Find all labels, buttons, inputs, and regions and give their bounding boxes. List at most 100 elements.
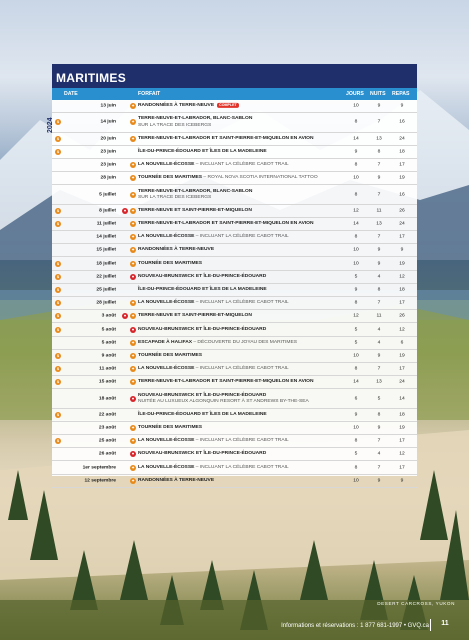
row-nights: 4 — [377, 274, 381, 280]
package-title: TERRE-NEUVE-ET-LABRADOR ET SAINT-PIERRE-… — [138, 220, 314, 226]
package-title: TERRE-NEUVE ET SAINT-PIERRE-ET-MIQUELON — [138, 313, 252, 319]
tour-type-icon: ✦ — [130, 352, 136, 359]
tour-type-icon: ✦ — [130, 175, 136, 182]
row-package[interactable]: RANDONNÉES À TERRE-NEUVE COMPLET — [138, 102, 348, 109]
row-package[interactable]: LA NOUVELLE-ÉCOSSE – INCLUANT LA CÉLÈBRE… — [138, 366, 348, 372]
row-package[interactable]: LA NOUVELLE-ÉCOSSE – INCLUANT LA CÉLÈBRE… — [138, 234, 348, 240]
row-meals: 19 — [399, 261, 405, 267]
row-package[interactable]: LA NOUVELLE-ÉCOSSE – INCLUANT LA CÉLÈBRE… — [138, 162, 348, 168]
departure-marker-icon: $ — [55, 352, 61, 359]
table-row: $11 août ✦ LA NOUVELLE-ÉCOSSE – INCLUANT L… — [52, 363, 417, 377]
row-days: 8 — [354, 438, 358, 444]
row-package[interactable]: TERRE-NEUVE-ET-LABRADOR, BLANC-SABLON SUR… — [138, 116, 348, 128]
row-package[interactable]: ÎLE-DU-PRINCE-ÉDOUARD ET ÎLES DE LA MADE… — [138, 412, 348, 418]
row-package[interactable]: TERRE-NEUVE-ET-LABRADOR ET SAINT-PIERRE-… — [138, 379, 348, 385]
row-package[interactable]: TOURNÉE DES MARITIMES – ROYAL NOVA SCOTI… — [138, 175, 348, 181]
row-meals: 17 — [399, 234, 405, 240]
row-nights: 8 — [377, 412, 381, 418]
departure-marker-icon: $ — [55, 260, 61, 267]
row-package[interactable]: ESCAPADE À HALIFAX – DÉCOUVERTE DU JOYAU… — [138, 340, 348, 346]
tour-type-icon: ✦ — [130, 366, 136, 373]
row-nights: 9 — [377, 261, 381, 267]
row-package[interactable]: TERRE-NEUVE-ET-LABRADOR, BLANC-SABLON SUR… — [138, 188, 348, 200]
row-meals: 26 — [399, 208, 405, 214]
row-package[interactable]: LA NOUVELLE-ÉCOSSE – INCLUANT LA CÉLÈBRE… — [138, 300, 348, 306]
row-date: 14 juillet — [96, 234, 116, 240]
departure-marker-icon: $ — [55, 148, 61, 155]
row-date: 15 juillet — [96, 247, 116, 253]
row-nights: 8 — [377, 149, 381, 155]
package-title: TERRE-NEUVE-ET-LABRADOR ET SAINT-PIERRE-… — [138, 135, 314, 141]
row-package[interactable]: TOURNÉE DES MARITIMES — [138, 425, 348, 431]
tour-type-icon: ✦ — [130, 464, 136, 471]
row-package[interactable]: RANDONNÉES À TERRE-NEUVE — [138, 247, 348, 253]
row-meals: 9 — [400, 103, 404, 109]
row-nights: 13 — [376, 136, 382, 142]
package-title: TOURNÉE DES MARITIMES — [138, 352, 203, 358]
table-row: 23 juin ✦ LA NOUVELLE-ÉCOSSE – INCLUANT LA… — [52, 159, 417, 173]
package-subtitle: SUR LA TRACE DES ICEBERGS — [138, 194, 212, 200]
row-date: 23 juin — [100, 162, 117, 168]
table-row: 14 juillet ✦ LA NOUVELLE-ÉCOSSE – INCLUANT… — [52, 231, 417, 245]
schedule-rows: 13 juin ✦ RANDONNÉES À TERRE-NEUVE COMPLET 1… — [52, 100, 417, 488]
row-nights: 7 — [377, 162, 381, 168]
row-nights: 11 — [376, 313, 382, 319]
row-date: 28 juillet — [96, 300, 116, 306]
tour-type-icon: ✦ — [130, 379, 136, 386]
row-date: 22 juillet — [96, 274, 116, 280]
package-title: NOUVEAU-BRUNSWICK ET ÎLE-DU-PRINCE-ÉDOUA… — [138, 451, 267, 457]
tour-type-icon: ✦ — [130, 119, 136, 126]
package-title: NOUVEAU-BRUNSWICK ET ÎLE-DU-PRINCE-ÉDOUA… — [138, 326, 267, 332]
row-nights: 7 — [377, 438, 381, 444]
row-package[interactable]: ÎLE-DU-PRINCE-ÉDOUARD ET ÎLES DE LA MADE… — [138, 287, 348, 293]
table-row: $22 juillet ♥ NOUVEAU-BRUNSWICK ET ÎLE-DU-… — [52, 271, 417, 284]
heart-icon: ♥ — [130, 273, 136, 280]
row-date: 11 août — [99, 366, 116, 372]
row-package[interactable]: TOURNÉE DES MARITIMES — [138, 260, 348, 266]
row-package[interactable]: TERRE-NEUVE-ET-LABRADOR ET SAINT-PIERRE-… — [138, 136, 348, 142]
package-title: TERRE-NEUVE-ET-LABRADOR, BLANC-SABLON — [138, 188, 253, 194]
row-package[interactable]: NOUVEAU-BRUNSWICK ET ÎLE-DU-PRINCE-ÉDOUA… — [138, 274, 348, 280]
table-row: 28 juin ✦ TOURNÉE DES MARITIMES – ROYAL NO… — [52, 172, 417, 186]
row-package[interactable]: ÎLE-DU-PRINCE-ÉDOUARD ET ÎLES DE LA MADE… — [138, 149, 348, 155]
row-meals: 18 — [399, 412, 405, 418]
row-days: 5 — [354, 327, 358, 332]
row-nights: 9 — [377, 425, 381, 431]
row-date: 20 juin — [100, 136, 117, 142]
tour-type-icon: ✦ — [130, 260, 136, 267]
row-days: 8 — [354, 366, 358, 372]
row-package[interactable]: TERRE-NEUVE ET SAINT-PIERRE-ET-MIQUELON — [138, 208, 348, 214]
row-package[interactable]: NOUVEAU-BRUNSWICK ET ÎLE-DU-PRINCE-ÉDOUA… — [138, 326, 348, 332]
row-date: 18 août — [98, 396, 116, 402]
row-meals: 24 — [399, 379, 405, 385]
row-meals: 18 — [399, 149, 405, 155]
tour-type-icon: ✦ — [130, 339, 136, 346]
tour-type-icon: ✦ — [130, 191, 136, 198]
row-package[interactable]: LA NOUVELLE-ÉCOSSE – INCLUANT LA CÉLÈBRE… — [138, 438, 348, 444]
row-package[interactable]: TERRE-NEUVE-ET-LABRADOR ET SAINT-PIERRE-… — [138, 221, 348, 227]
header-package: FORFAIT — [138, 91, 161, 97]
row-package[interactable]: NOUVEAU-BRUNSWICK ET ÎLE-DU-PRINCE-ÉDOUA… — [138, 451, 348, 457]
row-nights: 7 — [377, 366, 381, 372]
row-package[interactable]: TERRE-NEUVE ET SAINT-PIERRE-ET-MIQUELON — [138, 313, 348, 319]
row-date: 15 août — [98, 379, 116, 385]
header-days: JOURS — [346, 91, 364, 97]
row-days: 10 — [353, 478, 359, 484]
row-nights: 9 — [377, 103, 381, 109]
row-package[interactable]: RANDONNÉES À TERRE-NEUVE — [138, 478, 348, 484]
row-days: 10 — [353, 247, 359, 253]
row-package[interactable]: TOURNÉE DES MARITIMES — [138, 353, 348, 359]
row-date: 18 juillet — [96, 261, 116, 267]
row-meals: 24 — [399, 221, 405, 227]
row-date: 23 août — [98, 425, 116, 431]
row-meals: 12 — [399, 274, 405, 280]
row-package[interactable]: LA NOUVELLE-ÉCOSSE – INCLUANT LA CÉLÈBRE… — [138, 464, 348, 470]
footer-divider — [430, 619, 431, 631]
package-title: TOURNÉE DES MARITIMES — [138, 175, 203, 181]
row-nights: 9 — [377, 478, 381, 484]
package-subtitle: SUR LA TRACE DES ICEBERGS — [138, 122, 212, 128]
row-package[interactable]: NOUVEAU-BRUNSWICK ET ÎLE-DU-PRINCE-ÉDOUA… — [138, 392, 348, 404]
row-date: 26 août — [98, 451, 116, 457]
row-meals: 12 — [399, 327, 405, 332]
row-days: 12 — [353, 208, 359, 214]
